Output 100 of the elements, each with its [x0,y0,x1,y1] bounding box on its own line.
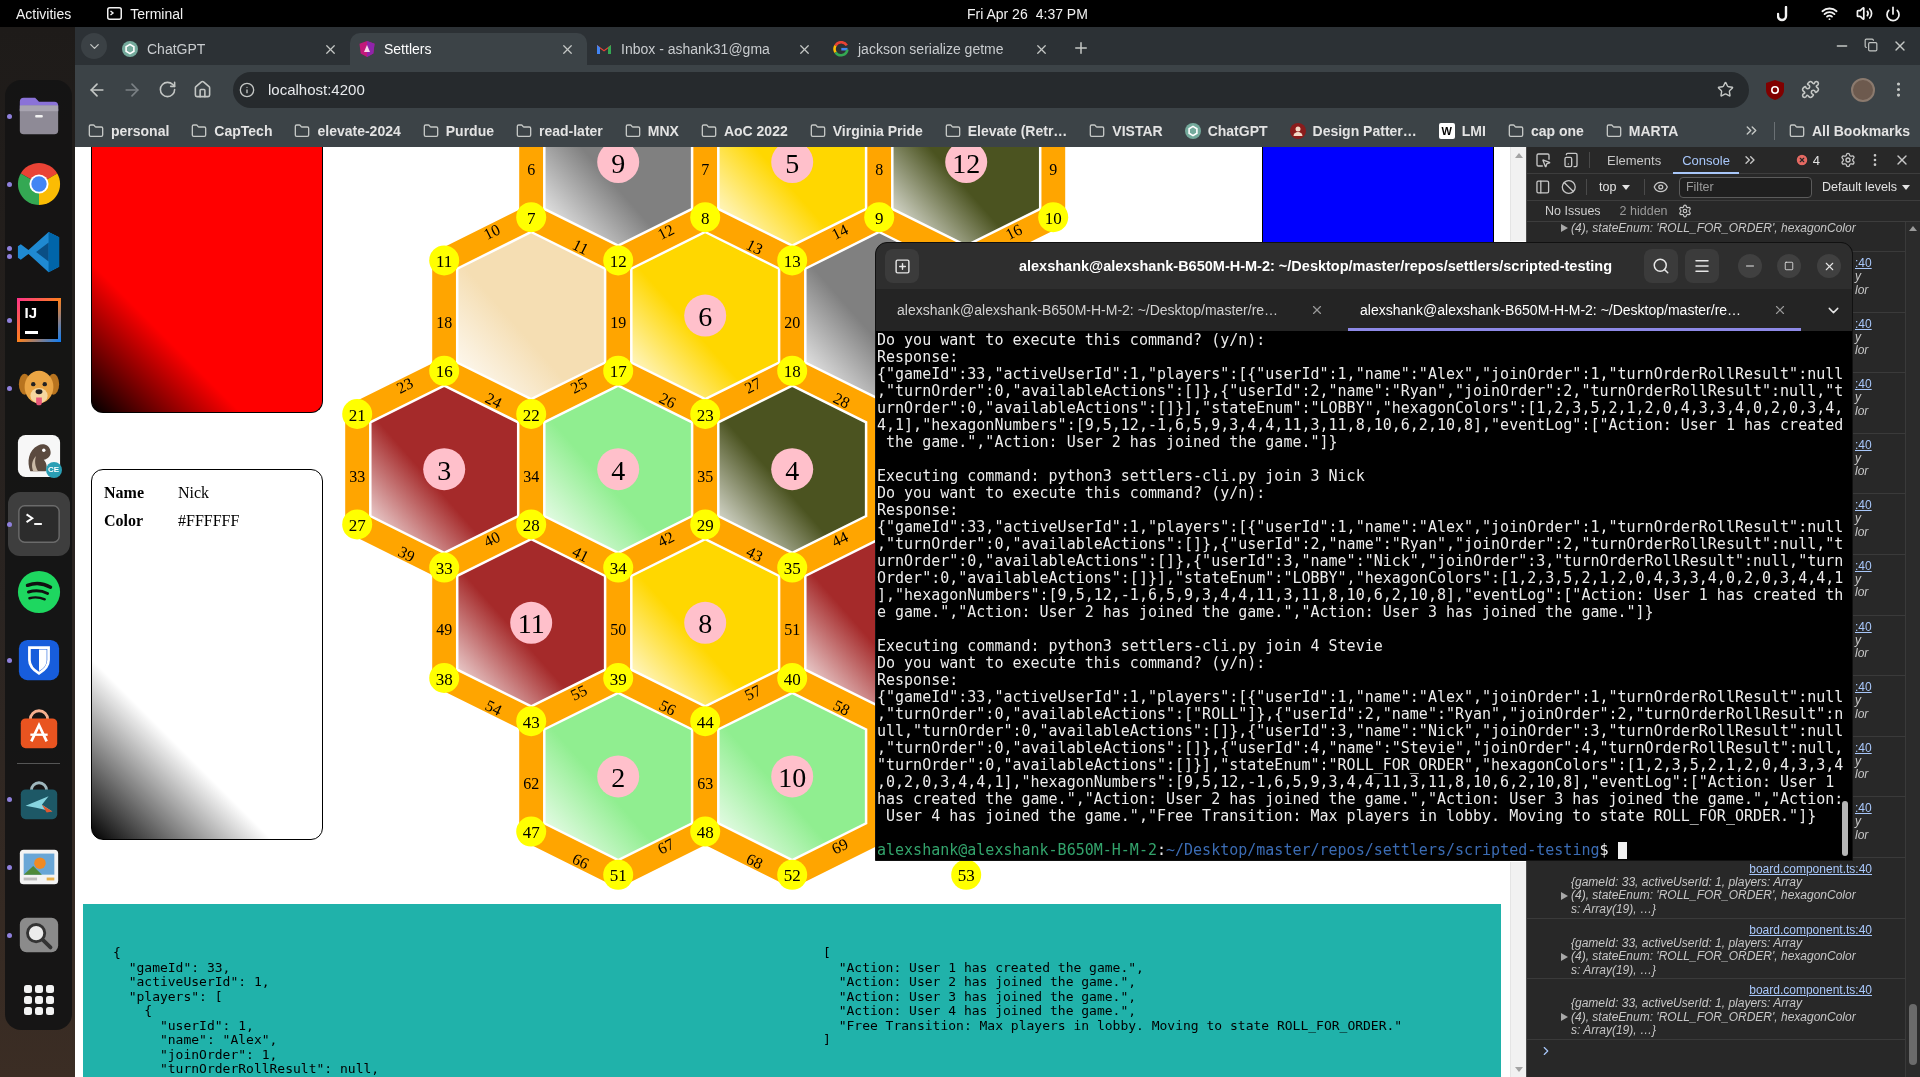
search-button[interactable] [1644,249,1678,283]
log-line: y [1855,572,1861,587]
settings-icon[interactable] [1840,152,1856,168]
scroll-up-icon[interactable] [1909,226,1917,231]
edge-label: 10 [480,220,503,243]
avatar-icon[interactable] [1851,77,1875,102]
settings-icon[interactable] [1677,204,1692,218]
levels-dropdown[interactable]: Default levels [1821,180,1910,194]
expand-icon[interactable] [1561,952,1568,961]
bookmark-item[interactable]: MARTA [1605,121,1679,140]
shield-icon[interactable] [1766,79,1784,100]
bookmark-item[interactable]: personal [88,121,170,140]
new-tab-icon[interactable] [1072,39,1090,57]
vertex-marker: 27 [342,509,373,540]
source-link[interactable]: :40 [1855,801,1872,816]
code-line: { [113,946,122,961]
close-button[interactable] [1817,254,1841,278]
browser-tab[interactable]: ChatGPT [113,33,350,65]
source-link[interactable]: board.component.ts:40 [1749,983,1872,998]
source-link[interactable]: :40 [1855,558,1872,573]
puzzle-icon[interactable] [1801,80,1820,99]
bookmark-item[interactable]: AoC 2022 [700,121,788,140]
new-tab-button[interactable] [885,249,919,283]
maximize-button[interactable] [1777,254,1801,278]
output-line: Do you want to execute this command? (y/n): [877,485,1267,502]
source-link[interactable]: :40 [1855,740,1872,755]
wifi-icon[interactable] [1821,5,1838,22]
context-select[interactable]: top [1595,180,1635,194]
source-link[interactable]: :40 [1855,619,1872,634]
device-icon[interactable] [1563,152,1579,168]
activities-button[interactable]: Activities [16,3,72,24]
output-line: urnOrder":0,"availableActions":[]},{"userId":3,"name":"Nick","joinOrder":3,"turnOrderRollResult":null,"turn [877,553,1845,570]
output-line: ],"hexagonNumbers":[9,5,12,-1,6,5,9,3,4,4,11,3,11,8,10,6,2,10,8],"eventLog":["Action: User 1 has created th [877,587,1845,604]
edge-label: 9 [1049,160,1058,178]
expand-icon[interactable] [1561,1013,1568,1022]
source-link[interactable]: board.component.ts:40 [1749,922,1872,937]
menu-button[interactable] [1685,249,1719,283]
bookmark-item[interactable]: cap one [1507,121,1584,140]
source-link[interactable]: :40 [1855,316,1872,331]
number-token: 4 [597,448,640,491]
address-bar[interactable]: localhost:4200 [233,71,1749,108]
folder-icon [1788,122,1805,139]
output-line: Response: [877,502,960,519]
edge-label: 55 [567,681,590,704]
filter-field[interactable]: Filter [1678,176,1812,198]
close-icon[interactable] [1773,303,1787,317]
devtools-tab[interactable]: Console [1673,146,1739,174]
restore-icon[interactable] [1864,38,1878,52]
star-icon[interactable] [1717,81,1734,98]
devtools-tab[interactable]: Elements [1598,146,1671,174]
tab-search-button[interactable] [81,33,107,59]
bookmark-item[interactable]: Purdue [422,121,494,140]
bookmark-item[interactable]: Design Patter… [1289,121,1417,140]
close-icon[interactable] [1310,303,1324,317]
edge-label: 11 [570,235,592,258]
expand-icon[interactable] [1561,224,1568,232]
source-link[interactable]: :40 [1855,437,1872,452]
sidebar-icon[interactable] [1535,179,1551,195]
browser-tab[interactable]: Settlers [350,33,587,65]
dock-item[interactable]: IJ [7,288,70,352]
bookmark-item[interactable]: VISTAR [1089,121,1163,140]
error-count[interactable]: 4 [1794,152,1820,168]
home-icon[interactable] [193,80,212,99]
bookmark-item[interactable]: read-later [516,121,603,140]
ring-logo-icon [833,41,849,57]
volume-icon[interactable] [1856,5,1873,22]
bookmark-item[interactable]: Virginia Pride [809,121,923,140]
clock[interactable]: Fri Apr 26 4:37 PM [967,3,1088,24]
issues-button[interactable]: No Issues [1545,204,1601,218]
bookmark-item[interactable]: All Bookmarks [1788,121,1910,140]
scrollbar-thumb[interactable] [1909,1004,1917,1065]
terminal-tab[interactable]: alexshank@alexshank-B650M-H-M-2: ~/Desktop/master/re… [885,289,1338,331]
apps-grid-icon[interactable] [23,984,54,1015]
scrollbar-thumb[interactable] [1842,801,1848,856]
log-line: y [1855,391,1861,405]
bookmark-item[interactable]: ChatGPT [1184,121,1268,140]
app-menu[interactable]: Terminal [107,3,184,24]
source-link[interactable]: :40 [1855,256,1872,270]
edge-label: 27 [741,374,764,397]
inspect-icon[interactable] [1535,152,1551,168]
code-line: "joinOrder": 1, [158,1047,279,1062]
source-link[interactable]: board.component.ts:40 [1749,861,1872,876]
source-link[interactable]: :40 [1855,498,1872,513]
minimize-button[interactable] [1738,254,1762,278]
bookmark-item[interactable]: MNX [624,121,679,140]
reload-icon[interactable] [158,80,177,99]
browser-tab[interactable]: jackson serialize getme [824,33,1061,65]
clear-icon[interactable] [1560,179,1577,195]
browser-tab[interactable]: Inbox - ashank31@gma [587,33,824,65]
person-badge-icon [1289,122,1306,139]
power-icon[interactable] [1885,5,1901,22]
expand-icon[interactable] [1561,892,1568,901]
bookmark-item[interactable]: Elevate (Retr… [944,121,1068,140]
eye-icon[interactable] [1653,179,1669,195]
bookmark-item[interactable]: elevate-2024 [294,121,401,140]
info-icon[interactable] [239,81,255,98]
bookmark-item[interactable]: CapTech [191,121,273,140]
source-link[interactable]: :40 [1855,680,1872,695]
source-link[interactable]: :40 [1855,377,1872,392]
bookmark-item[interactable]: W LMI [1438,121,1486,140]
